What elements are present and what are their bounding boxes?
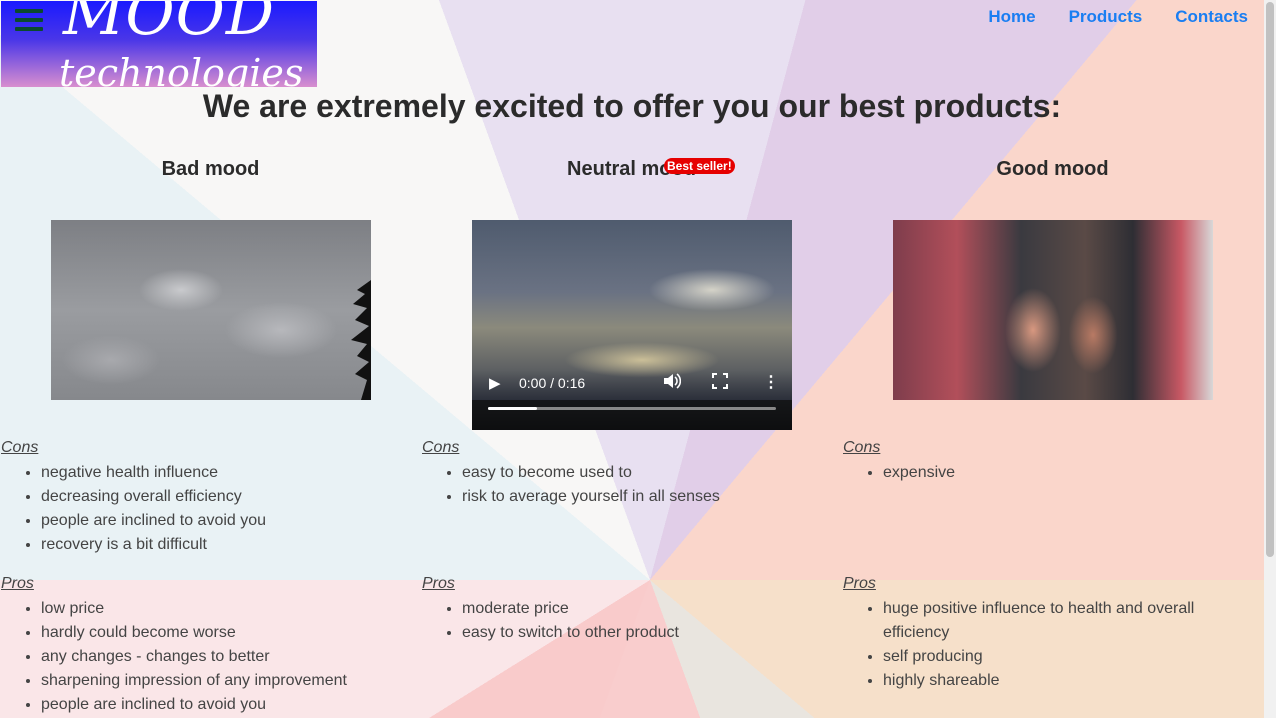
play-icon[interactable]: ▶: [489, 374, 501, 392]
list-item: highly shareable: [883, 669, 1223, 693]
product-image: [893, 220, 1213, 400]
page-heading: We are extremely excited to offer you ou…: [202, 88, 1062, 124]
top-nav: Home Products Contacts: [988, 7, 1248, 27]
list-item: huge positive influence to health and ov…: [883, 597, 1223, 645]
video-progress-fill: [488, 407, 537, 410]
list-item: sharpening impression of any improvement: [41, 669, 421, 693]
brand-logo[interactable]: MOOD technologies: [1, 1, 317, 87]
volume-icon[interactable]: [663, 373, 682, 392]
best-seller-badge: Best seller!: [664, 158, 735, 174]
list-item: self producing: [883, 645, 1223, 669]
list-item: people are inclined to avoid you: [41, 509, 421, 533]
cons-list: negative health influence decreasing ove…: [1, 461, 421, 557]
list-item: risk to average yourself in all senses: [462, 485, 842, 509]
cons-list: easy to become used to risk to average y…: [422, 461, 842, 509]
cons-list: expensive: [843, 461, 1263, 485]
pros-label: Pros: [422, 575, 455, 592]
list-item: decreasing overall efficiency: [41, 485, 421, 509]
list-item: moderate price: [462, 597, 842, 621]
more-options-icon[interactable]: ⋮: [763, 372, 779, 392]
pros-label: Pros: [1, 575, 34, 592]
cons-label: Cons: [843, 439, 881, 456]
logo-text-technologies: technologies: [59, 51, 304, 87]
product-title: Neutral mood: [567, 158, 696, 180]
video-controls: ▶ 0:00 / 0:16 ⋮: [472, 370, 792, 430]
product-title: Good mood: [996, 158, 1109, 180]
scrollbar-thumb[interactable]: [1266, 2, 1274, 557]
list-item: any changes - changes to better: [41, 645, 421, 669]
pros-list: moderate price easy to switch to other p…: [422, 597, 842, 645]
product-video-player[interactable]: ▶ 0:00 / 0:16 ⋮: [472, 220, 792, 430]
pros-label: Pros: [843, 575, 876, 592]
nav-link-contacts[interactable]: Contacts: [1175, 7, 1248, 27]
product-image: [51, 220, 371, 400]
list-item: hardly could become worse: [41, 621, 421, 645]
hamburger-menu-icon[interactable]: [15, 9, 43, 31]
page: MOOD technologies Home Products Contacts…: [0, 0, 1276, 718]
list-item: negative health influence: [41, 461, 421, 485]
list-item: people are inclined to avoid you: [41, 693, 421, 717]
pros-list: low price hardly could become worse any …: [1, 597, 421, 717]
list-item: easy to switch to other product: [462, 621, 842, 645]
nav-link-products[interactable]: Products: [1069, 7, 1143, 27]
pros-list: huge positive influence to health and ov…: [843, 597, 1223, 693]
cons-label: Cons: [422, 439, 460, 456]
fullscreen-icon[interactable]: [712, 373, 728, 392]
tree-silhouette: [351, 280, 371, 400]
video-progress-bar[interactable]: [488, 407, 776, 410]
video-time: 0:00 / 0:16: [519, 375, 586, 391]
nav-link-home[interactable]: Home: [988, 7, 1035, 27]
list-item: low price: [41, 597, 421, 621]
page-scrollbar[interactable]: [1264, 0, 1276, 718]
product-title: Bad mood: [161, 158, 260, 180]
list-item: recovery is a bit difficult: [41, 533, 421, 557]
cons-label: Cons: [1, 439, 39, 456]
logo-text-mood: MOOD: [63, 1, 275, 49]
list-item: easy to become used to: [462, 461, 842, 485]
list-item: expensive: [883, 461, 1263, 485]
